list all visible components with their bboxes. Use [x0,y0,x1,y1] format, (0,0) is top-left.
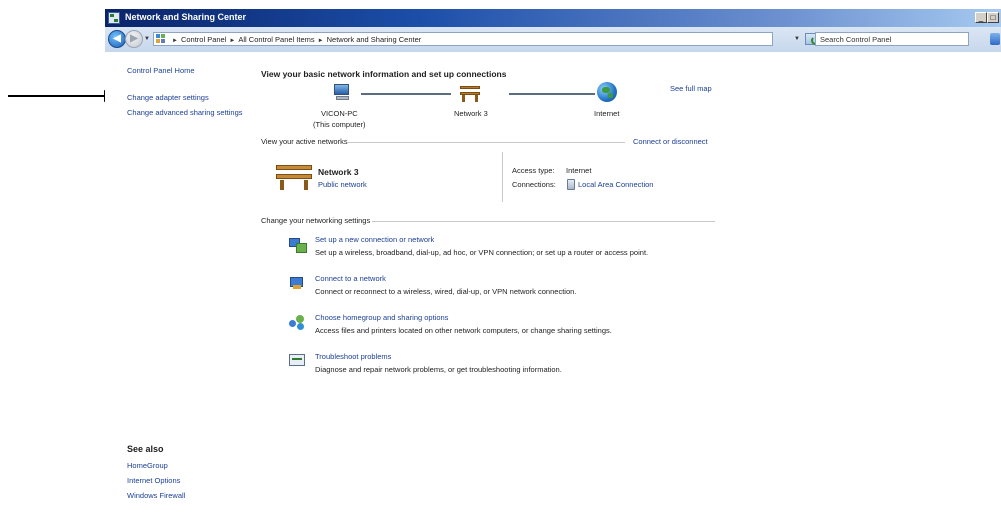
computer-subtitle: (This computer) [313,120,366,129]
vertical-divider [502,152,503,202]
ethernet-icon [567,179,575,190]
maximize-button[interactable]: □ [987,12,999,23]
address-bar[interactable]: ► Control Panel ► All Control Panel Items ► N… [153,32,773,46]
breadcrumb-all-items[interactable]: All Control Panel Items [238,35,314,44]
network-bench-icon[interactable] [459,84,481,102]
public-network-link[interactable]: Public network [318,180,367,189]
internet-globe-icon[interactable] [597,82,617,102]
breadcrumb-network-sharing[interactable]: Network and Sharing Center [327,35,422,44]
map-connection-line [361,93,451,95]
control-panel-icon [156,34,166,44]
connect-disconnect-link[interactable]: Connect or disconnect [633,137,708,146]
access-type-label: Access type: [512,166,555,175]
window-title: Network and Sharing Center [125,12,247,22]
breadcrumb-separator-icon[interactable]: ► [318,38,324,44]
breadcrumb-control-panel[interactable]: Control Panel [181,35,226,44]
windows-firewall-link[interactable]: Windows Firewall [127,491,185,500]
homegroup-sharing-desc: Access files and printers located on oth… [315,326,612,335]
connect-to-network-desc: Connect or reconnect to a wireless, wire… [315,287,577,296]
breadcrumb-separator-icon[interactable]: ► [172,38,178,44]
see-full-map-link[interactable]: See full map [670,84,712,93]
network-bench-icon [276,162,312,190]
breadcrumb-separator-icon[interactable]: ► [229,38,235,44]
section-divider [347,142,625,143]
search-input[interactable]: Search Control Panel [815,32,969,46]
recent-pages-dropdown-icon[interactable]: ▼ [144,36,150,42]
window-title-bar: Network and Sharing Center _ □ [105,9,1001,27]
address-dropdown-icon[interactable]: ▼ [794,36,800,42]
change-settings-label: Change your networking settings [261,216,371,225]
change-adapter-settings-link[interactable]: Change adapter settings [127,93,209,102]
homegroup-link[interactable]: HomeGroup [127,461,168,470]
setup-new-connection-desc: Set up a wireless, broadband, dial-up, a… [315,248,649,257]
connect-network-icon [288,275,306,291]
content-area: Control Panel Home Change adapter settin… [105,52,1001,515]
connections-label: Connections: [512,180,556,189]
control-panel-home-link[interactable]: Control Panel Home [127,66,195,75]
access-type-value: Internet [566,166,592,175]
homegroup-sharing-link[interactable]: Choose homegroup and sharing options [315,313,448,322]
homegroup-icon [288,314,306,330]
navigation-bar: ◀ ▶ ▼ ► Control Panel ► All Control Panel I… [105,27,1001,53]
change-advanced-sharing-link[interactable]: Change advanced sharing settings [127,108,243,117]
active-network-name: Network 3 [318,167,359,177]
breadcrumb: ► Control Panel ► All Control Panel Items ► N… [172,35,424,44]
annotation-arrow-line [8,95,105,97]
troubleshoot-icon [288,352,306,368]
map-network-name: Network 3 [454,109,488,118]
new-connection-icon [288,236,307,253]
connect-to-network-link[interactable]: Connect to a network [315,274,386,283]
internet-options-link[interactable]: Internet Options [127,476,180,485]
setup-new-connection-link[interactable]: Set up a new connection or network [315,235,434,244]
network-app-icon [108,12,120,24]
search-icon[interactable] [990,33,1000,45]
page-title: View your basic network information and … [261,69,507,79]
see-also-heading: See also [127,444,164,454]
section-divider [372,221,715,222]
computer-name: VICON-PC [321,109,358,118]
troubleshoot-desc: Diagnose and repair network problems, or… [315,365,562,374]
troubleshoot-link[interactable]: Troubleshoot problems [315,352,391,361]
local-area-connection-link[interactable]: Local Area Connection [578,180,653,189]
map-connection-line [509,93,595,95]
map-internet-label: Internet [594,109,620,118]
back-button[interactable]: ◀ [108,30,126,48]
computer-icon[interactable] [331,84,353,102]
active-networks-label: View your active networks [261,137,348,146]
minimize-button[interactable]: _ [975,12,987,23]
forward-button[interactable]: ▶ [125,30,143,48]
